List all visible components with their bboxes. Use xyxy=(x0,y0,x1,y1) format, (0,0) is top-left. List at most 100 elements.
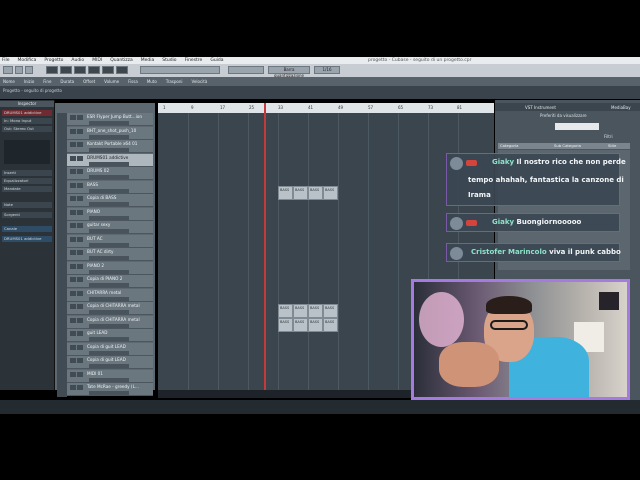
midi-part[interactable]: BASS xyxy=(323,318,338,332)
solo-button[interactable] xyxy=(77,358,83,363)
track-controls[interactable] xyxy=(89,134,129,139)
column-category[interactable]: Categoria xyxy=(500,143,518,148)
tool-buttons[interactable] xyxy=(140,66,220,74)
solo-button[interactable] xyxy=(77,344,83,350)
column-subcategory[interactable]: Sub Categoria xyxy=(554,143,581,148)
track-row[interactable]: Copia di guit LEAD xyxy=(57,342,153,357)
mute-button[interactable] xyxy=(70,128,76,134)
mute-button[interactable] xyxy=(70,317,76,323)
midi-part[interactable]: BASS xyxy=(323,186,338,200)
solo-button[interactable] xyxy=(77,317,83,323)
solo-button[interactable] xyxy=(77,304,83,309)
mute-button[interactable] xyxy=(70,155,76,161)
mute-button[interactable] xyxy=(70,304,76,309)
track-controls[interactable] xyxy=(89,310,129,314)
solo-button[interactable] xyxy=(77,277,83,282)
track-row[interactable]: Copia di CHITARRA metal xyxy=(57,315,153,330)
track-controls[interactable] xyxy=(89,229,129,233)
track-controls[interactable] xyxy=(89,337,129,341)
solo-button[interactable] xyxy=(77,169,83,174)
track-row[interactable]: PIANO xyxy=(57,207,153,222)
track-controls[interactable] xyxy=(89,283,129,287)
autoscroll-button[interactable] xyxy=(25,66,33,74)
solo-button[interactable] xyxy=(77,290,83,296)
track-row[interactable]: CHITARRA metal xyxy=(57,288,153,303)
mute-button[interactable] xyxy=(70,182,76,188)
record-button[interactable] xyxy=(116,66,128,74)
midi-part[interactable]: BASS xyxy=(278,186,293,200)
solo-button[interactable] xyxy=(77,250,83,255)
track-controls[interactable] xyxy=(89,377,129,382)
menu-midi[interactable]: MIDI xyxy=(92,58,102,63)
cycle-button[interactable] xyxy=(74,66,86,74)
menu-media[interactable]: Media xyxy=(141,58,155,63)
solo-button[interactable] xyxy=(77,142,83,147)
mute-button[interactable] xyxy=(70,209,76,215)
stop-button[interactable] xyxy=(88,66,100,74)
menu-edit[interactable]: Modifica xyxy=(18,58,37,63)
track-controls[interactable] xyxy=(89,215,129,220)
track-row[interactable]: Copia di guit LEAD xyxy=(57,356,153,370)
track-controls[interactable] xyxy=(89,175,129,179)
mute-button[interactable] xyxy=(70,371,76,377)
inspector-inserts[interactable]: Inserti xyxy=(2,170,52,176)
midi-part[interactable]: BASS xyxy=(323,304,338,318)
track-row[interactable]: BUT AC xyxy=(57,234,153,249)
track-row[interactable]: MIDI 01 xyxy=(57,369,153,384)
solo-button[interactable] xyxy=(77,115,83,120)
midi-part[interactable]: BASS xyxy=(308,304,323,318)
solo-button[interactable] xyxy=(77,182,83,188)
menu-windows[interactable]: Finestre xyxy=(185,58,203,63)
track-controls[interactable] xyxy=(89,296,129,301)
inspector-input[interactable]: In: Mono Input xyxy=(2,118,52,124)
mute-button[interactable] xyxy=(70,142,76,147)
quantize-preset-field[interactable]: Barra quantizzazione xyxy=(268,66,310,78)
menu-studio[interactable]: Studio xyxy=(162,58,176,63)
solo-button[interactable] xyxy=(77,196,83,201)
column-style[interactable]: Stile xyxy=(608,143,616,148)
track-controls[interactable] xyxy=(89,121,129,125)
mute-button[interactable] xyxy=(70,290,76,296)
mute-button[interactable] xyxy=(70,263,76,269)
activate-project-button[interactable] xyxy=(3,66,13,74)
midi-part[interactable]: BASS xyxy=(308,186,323,200)
ruler[interactable]: 1 9 17 25 33 41 49 57 65 73 81 xyxy=(158,103,494,113)
mute-button[interactable] xyxy=(70,115,76,120)
track-row[interactable]: BASS xyxy=(57,180,153,195)
track-row[interactable]: DRUMS01 addictive xyxy=(57,153,153,168)
mute-button[interactable] xyxy=(70,277,76,282)
menu-file[interactable]: File xyxy=(2,58,10,63)
track-row[interactable]: Copia di CHITARRA metal xyxy=(57,302,153,316)
inspector-sends[interactable]: Mandate xyxy=(2,186,52,192)
track-controls[interactable] xyxy=(89,188,129,193)
solo-button[interactable] xyxy=(77,155,83,161)
inspector-track-name[interactable]: DRUMS01 addictive xyxy=(2,110,52,116)
tab-vst-instruments[interactable]: VST Instrument xyxy=(525,105,556,110)
midi-part[interactable]: BASS xyxy=(308,318,323,332)
inspector-output[interactable]: Out: Stereo Out xyxy=(2,126,52,132)
mute-button[interactable] xyxy=(70,331,76,336)
inspector-sources[interactable]: Sorgenti xyxy=(2,212,52,218)
track-controls[interactable] xyxy=(89,202,129,206)
menu-project[interactable]: Progetto xyxy=(44,58,63,63)
midi-part[interactable]: BASS xyxy=(293,304,308,318)
track-row[interactable]: PIANO 2 xyxy=(57,261,153,276)
solo-button[interactable] xyxy=(77,371,83,377)
track-row[interactable]: Copia di PIANO 2 xyxy=(57,275,153,289)
track-controls[interactable] xyxy=(89,242,129,247)
track-controls[interactable] xyxy=(89,161,129,166)
track-controls[interactable] xyxy=(89,269,129,274)
forward-button[interactable] xyxy=(60,66,72,74)
track-controls[interactable] xyxy=(89,364,129,368)
mute-button[interactable] xyxy=(70,358,76,363)
track-row[interactable]: Copia di BASS xyxy=(57,194,153,208)
track-row[interactable]: ESR Flyper Jump Butt...ion xyxy=(57,113,153,127)
menu-help[interactable]: Guida xyxy=(210,58,223,63)
mute-button[interactable] xyxy=(70,169,76,174)
solo-button[interactable] xyxy=(77,263,83,269)
solo-button[interactable] xyxy=(77,331,83,336)
track-controls[interactable] xyxy=(89,148,129,152)
snap-button[interactable] xyxy=(228,66,264,74)
tab-mediabay[interactable]: MediaBay xyxy=(611,105,631,110)
preset-search[interactable] xyxy=(555,123,599,130)
